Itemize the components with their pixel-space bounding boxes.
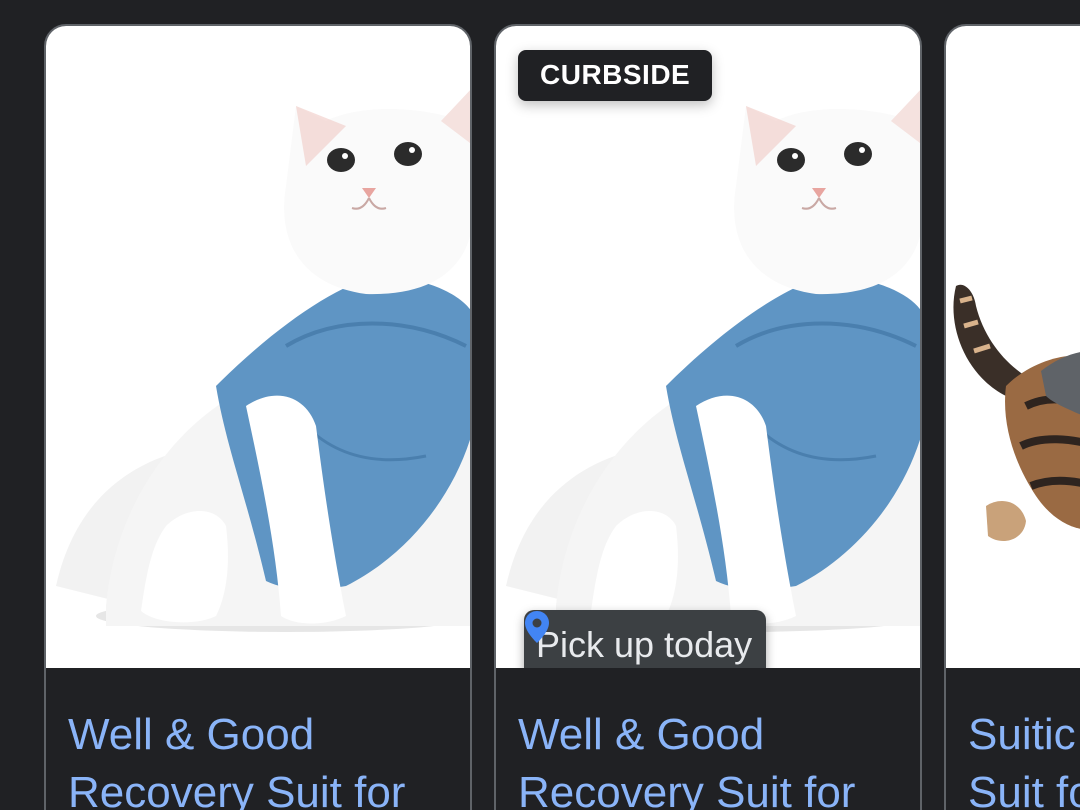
product-title-line: Recovery Suit for: [518, 768, 856, 810]
product-image[interactable]: [46, 26, 470, 668]
product-card[interactable]: Suitic Suit fo: [944, 24, 1080, 810]
product-carousel[interactable]: Well & Good Recovery Suit for CURBSIDE P…: [0, 0, 1080, 810]
cat-illustration: [56, 90, 470, 632]
product-title-link[interactable]: Well & Good Recovery Suit for: [68, 706, 468, 810]
curbside-badge: CURBSIDE: [518, 50, 713, 101]
location-pin-icon: [525, 611, 549, 643]
product-card[interactable]: CURBSIDE Pick up today Well & Good Recov…: [494, 24, 922, 810]
product-title-line: Well & Good: [68, 710, 315, 759]
product-title-line: Suitic: [968, 710, 1076, 759]
product-title-line: Recovery Suit for: [68, 768, 406, 810]
pickup-today-chip: Pick up today: [524, 610, 767, 668]
product-title-line: Suit fo: [968, 768, 1080, 810]
pickup-label: Pick up today: [536, 624, 753, 665]
product-card[interactable]: Well & Good Recovery Suit for: [44, 24, 472, 810]
product-title-link[interactable]: Well & Good Recovery Suit for: [518, 706, 918, 810]
cat-illustration: [506, 90, 920, 632]
product-title-line: Well & Good: [518, 710, 765, 759]
product-title-link[interactable]: Suitic Suit fo: [968, 706, 1080, 810]
product-image[interactable]: CURBSIDE Pick up today: [496, 26, 920, 668]
product-image[interactable]: [946, 26, 1080, 668]
kitten-illustration: [953, 284, 1080, 541]
